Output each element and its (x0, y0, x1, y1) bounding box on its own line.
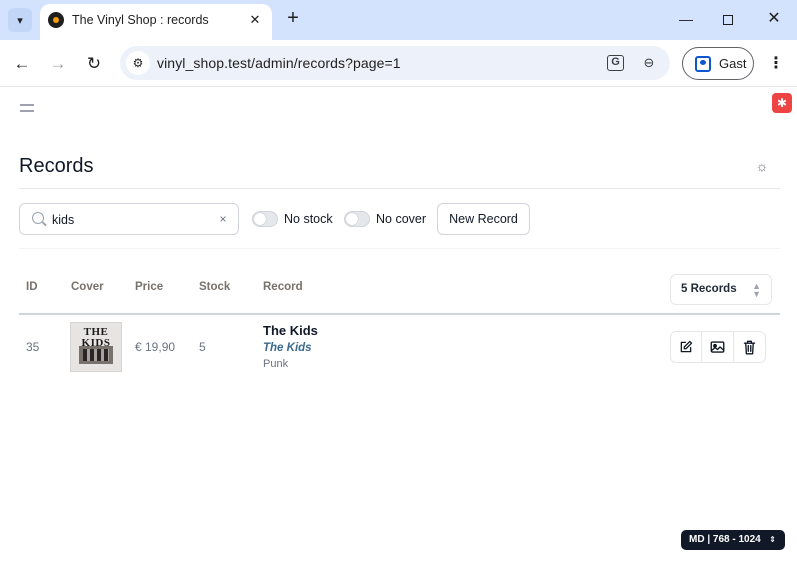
table-header-divider (19, 313, 780, 315)
page-title: Records (19, 155, 94, 177)
back-arrow-icon[interactable]: ← (10, 52, 34, 76)
divider (19, 248, 780, 249)
search-input[interactable] (52, 210, 212, 230)
zoom-icon[interactable]: ⊖ (639, 53, 659, 73)
column-header-price: Price (135, 281, 164, 293)
divider (19, 188, 780, 189)
window-minimize-button[interactable]: — (671, 8, 701, 30)
records-per-page-select[interactable]: 5 Records ▲ ▼ (670, 274, 772, 305)
cover-band-photo (79, 346, 113, 364)
record-cover-image: THE KIDS (70, 322, 122, 372)
column-header-cover: Cover (71, 281, 104, 293)
no-stock-label: No stock (284, 212, 333, 226)
window-close-button[interactable]: ✕ (759, 8, 789, 30)
per-page-value: 5 Records (681, 283, 737, 295)
clear-search-icon[interactable]: × (216, 211, 230, 227)
address-bar[interactable]: ⚙ vinyl_shop.test/admin/records?page=1 G… (120, 46, 670, 80)
window-maximize-button[interactable] (713, 8, 743, 30)
profile-label: Gast (719, 56, 747, 71)
screen-size-indicator[interactable]: MD | 768 - 1024 ⇕ (681, 530, 785, 550)
edit-icon[interactable] (671, 332, 703, 362)
browser-menu-icon[interactable]: ⋮ (768, 52, 784, 76)
tab-title: The Vinyl Shop : records (72, 13, 209, 27)
screen-size-label: MD | 768 - 1024 (689, 534, 761, 545)
profile-button[interactable]: Gast (682, 47, 754, 80)
record-id: 35 (26, 340, 40, 354)
chevron-updown-icon: ▲ ▼ (752, 281, 761, 299)
browser-toolbar: ← → ↻ ⚙ vinyl_shop.test/admin/records?pa… (0, 40, 797, 87)
record-price: € 19,90 (135, 340, 176, 354)
url-text[interactable]: vinyl_shop.test/admin/records?page=1 (157, 55, 401, 71)
no-stock-toggle[interactable] (252, 211, 278, 227)
record-stock: 5 (199, 340, 206, 354)
record-genre: Punk (263, 358, 289, 370)
new-record-button[interactable]: New Record (437, 203, 530, 235)
search-field[interactable]: × (19, 203, 239, 235)
translate-icon[interactable]: G (607, 55, 624, 71)
column-header-stock: Stock (199, 281, 231, 293)
browser-tabstrip: ▾ The Vinyl Shop : records ✕ + — ✕ (0, 0, 797, 40)
bug-icon[interactable]: ✱ (772, 93, 792, 113)
vinyl-favicon-icon (48, 12, 64, 28)
tab-close-icon[interactable]: ✕ (246, 11, 264, 29)
browser-tab[interactable]: The Vinyl Shop : records ✕ (40, 4, 272, 40)
profile-icon (695, 56, 711, 72)
row-actions (670, 331, 766, 363)
hamburger-icon[interactable] (20, 104, 34, 112)
image-icon[interactable] (702, 332, 734, 362)
record-title: The Kids (263, 323, 318, 338)
no-cover-label: No cover (376, 212, 427, 226)
chevron-updown-icon: ⇕ (769, 535, 776, 544)
trash-icon[interactable] (734, 332, 765, 362)
new-tab-button[interactable]: + (282, 8, 304, 30)
column-header-record: Record (263, 281, 303, 293)
record-artist-link[interactable]: The Kids (263, 342, 312, 354)
no-cover-toggle[interactable] (344, 211, 370, 227)
column-header-id: ID (26, 281, 38, 293)
search-icon (32, 212, 44, 224)
forward-arrow-icon[interactable]: → (46, 52, 70, 76)
site-settings-icon[interactable]: ⚙ (126, 51, 150, 75)
tab-search-chevron-icon[interactable]: ▾ (8, 8, 32, 32)
sun-icon[interactable]: ☼ (754, 158, 770, 174)
reload-icon[interactable]: ↻ (82, 52, 106, 76)
